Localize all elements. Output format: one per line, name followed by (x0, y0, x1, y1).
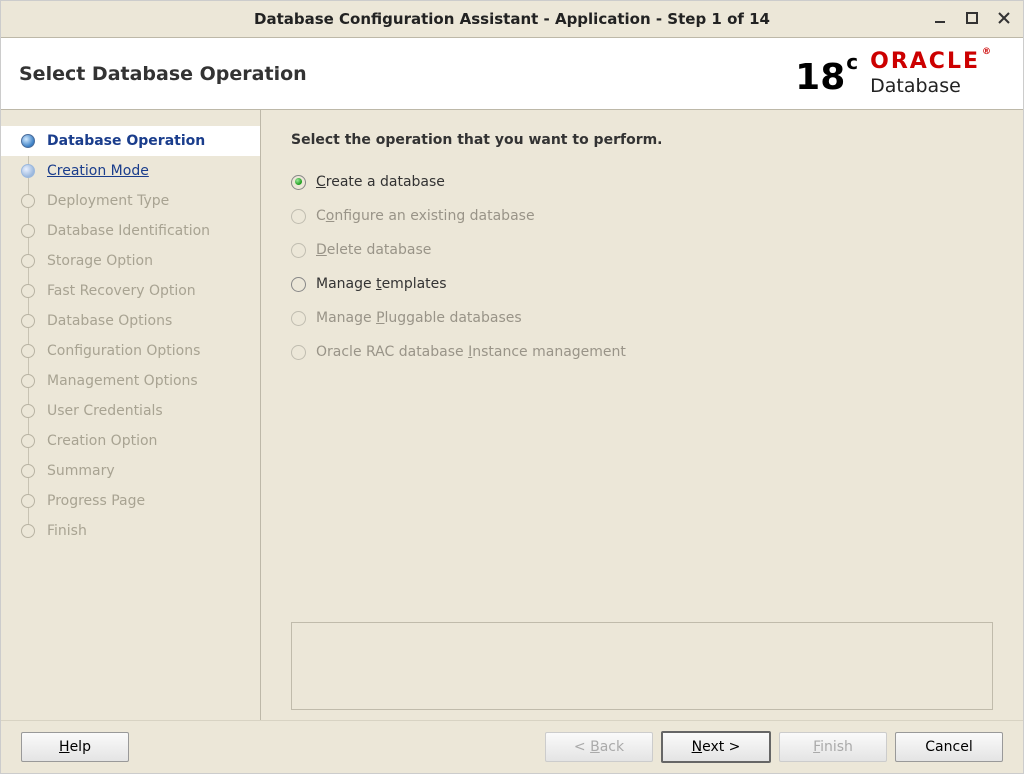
option-label: Delete database (316, 242, 431, 258)
step-bullet-icon (21, 464, 35, 478)
sidebar: Database Operation Creation Mode Deploymen… (1, 110, 261, 720)
step-label: Deployment Type (47, 193, 169, 209)
step-list: Database Operation Creation Mode Deploymen… (21, 126, 248, 546)
step-label: Database Operation (47, 133, 205, 149)
step-bullet-icon (21, 344, 35, 358)
operation-option-3[interactable]: Manage templates (291, 276, 993, 292)
operation-options: Create a database Configure an existing d… (291, 174, 993, 360)
step-label: User Credentials (47, 403, 163, 419)
sidebar-step-13: Finish (21, 516, 248, 546)
step-bullet-icon (21, 134, 35, 148)
step-label: Finish (47, 523, 87, 539)
finish-button: Finish (779, 732, 887, 762)
option-label: Manage templates (316, 276, 447, 292)
option-label: Manage Pluggable databases (316, 310, 522, 326)
sidebar-step-12: Progress Page (21, 486, 248, 516)
step-label: Storage Option (47, 253, 153, 269)
maximize-icon[interactable] (961, 7, 983, 29)
step-label: Management Options (47, 373, 198, 389)
step-label: Database Identification (47, 223, 210, 239)
step-bullet-icon (21, 224, 35, 238)
step-label: Creation Mode (47, 163, 149, 179)
logo-version: 18c (795, 52, 858, 96)
sidebar-step-2: Deployment Type (21, 186, 248, 216)
close-icon[interactable] (993, 7, 1015, 29)
step-bullet-icon (21, 524, 35, 538)
sidebar-step-11: Summary (21, 456, 248, 486)
next-button[interactable]: Next > (661, 731, 771, 763)
body: Database Operation Creation Mode Deploymen… (1, 110, 1023, 720)
sidebar-step-4: Storage Option (21, 246, 248, 276)
back-button: < Back (545, 732, 653, 762)
sidebar-step-5: Fast Recovery Option (21, 276, 248, 306)
footer: Help < Back Next > Finish Cancel (1, 720, 1023, 773)
cancel-button[interactable]: Cancel (895, 732, 1003, 762)
step-bullet-icon (21, 314, 35, 328)
step-bullet-icon (21, 434, 35, 448)
step-label: Creation Option (47, 433, 157, 449)
step-label: Fast Recovery Option (47, 283, 196, 299)
message-area (291, 622, 993, 710)
window-controls (929, 7, 1015, 29)
logo: 18c ORACLE® Database (795, 50, 993, 97)
step-bullet-icon (21, 164, 35, 178)
logo-brand: ORACLE® (870, 50, 993, 74)
sidebar-step-7: Configuration Options (21, 336, 248, 366)
operation-option-4: Manage Pluggable databases (291, 310, 993, 326)
sidebar-step-8: Management Options (21, 366, 248, 396)
logo-product: Database (870, 76, 993, 97)
step-label: Configuration Options (47, 343, 200, 359)
radio-icon[interactable] (291, 277, 306, 292)
window: Database Configuration Assistant - Appli… (0, 0, 1024, 774)
step-bullet-icon (21, 254, 35, 268)
step-label: Database Options (47, 313, 172, 329)
sidebar-step-6: Database Options (21, 306, 248, 336)
operation-option-1: Configure an existing database (291, 208, 993, 224)
step-bullet-icon (21, 494, 35, 508)
operation-option-5: Oracle RAC database Instance management (291, 344, 993, 360)
page-title: Select Database Operation (19, 63, 307, 85)
instruction-text: Select the operation that you want to pe… (291, 132, 993, 148)
option-label: Configure an existing database (316, 208, 535, 224)
operation-option-0[interactable]: Create a database (291, 174, 993, 190)
sidebar-step-3: Database Identification (21, 216, 248, 246)
option-label: Create a database (316, 174, 445, 190)
step-bullet-icon (21, 194, 35, 208)
sidebar-step-10: Creation Option (21, 426, 248, 456)
radio-icon (291, 311, 306, 326)
step-bullet-icon (21, 284, 35, 298)
operation-option-2: Delete database (291, 242, 993, 258)
radio-icon (291, 209, 306, 224)
minimize-icon[interactable] (929, 7, 951, 29)
sidebar-step-9: User Credentials (21, 396, 248, 426)
step-label: Summary (47, 463, 115, 479)
window-title: Database Configuration Assistant - Appli… (254, 10, 770, 28)
radio-icon (291, 243, 306, 258)
main-panel: Select the operation that you want to pe… (261, 110, 1023, 720)
option-label: Oracle RAC database Instance management (316, 344, 626, 360)
radio-icon (291, 345, 306, 360)
radio-icon[interactable] (291, 175, 306, 190)
sidebar-step-1[interactable]: Creation Mode (21, 156, 248, 186)
step-label: Progress Page (47, 493, 145, 509)
header: Select Database Operation 18c ORACLE® Da… (1, 38, 1023, 110)
step-bullet-icon (21, 374, 35, 388)
step-bullet-icon (21, 404, 35, 418)
sidebar-step-0: Database Operation (1, 126, 260, 156)
help-button[interactable]: Help (21, 732, 129, 762)
titlebar: Database Configuration Assistant - Appli… (1, 1, 1023, 38)
